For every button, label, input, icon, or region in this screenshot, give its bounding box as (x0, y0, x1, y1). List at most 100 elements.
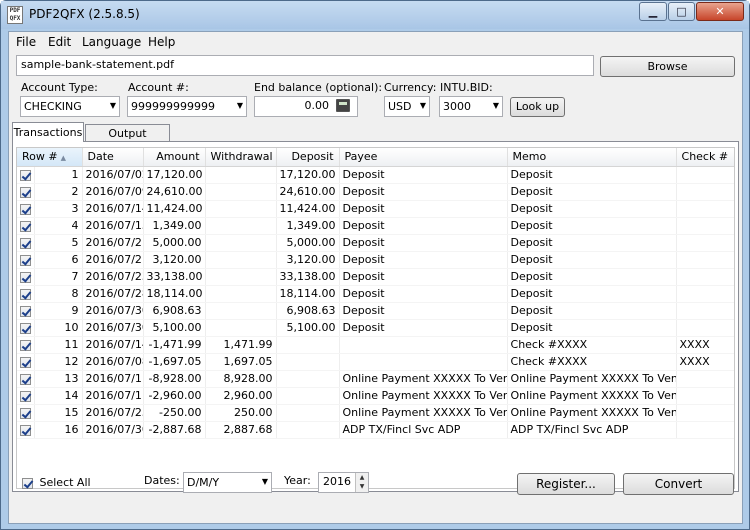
table-row[interactable]: 3 2016/07/14 11,424.00 11,424.00 Deposit Depo… (17, 200, 734, 218)
select-all-checkbox[interactable]: Select All (22, 476, 91, 489)
convert-button[interactable]: Convert (623, 473, 734, 495)
row-checkbox[interactable] (20, 373, 31, 385)
row-checkbox[interactable] (20, 407, 31, 419)
table-row[interactable]: 12 2016/07/08 -1,697.05 1,697.05 Check #XXXX… (17, 353, 734, 371)
table-row[interactable]: 5 2016/07/21 5,000.00 5,000.00 Deposit Deposi… (17, 234, 734, 252)
withdrawal-cell: 2,960.00 (205, 387, 277, 405)
check-number-cell (676, 217, 734, 235)
amount-cell: 5,000.00 (143, 234, 206, 252)
menu-language[interactable]: Language (82, 35, 141, 49)
select-all-check-icon[interactable] (22, 477, 33, 489)
table-row[interactable]: 10 2016/07/30 5,100.00 5,100.00 Deposit Depos… (17, 319, 734, 337)
row-checkbox-cell[interactable] (17, 200, 35, 218)
row-checkbox[interactable] (20, 305, 31, 317)
chevron-down-icon: ▼ (236, 101, 243, 110)
row-checkbox-cell[interactable] (17, 268, 35, 286)
column-header-row-number[interactable]: Row # ▲ (17, 148, 83, 167)
column-header-memo[interactable]: Memo (507, 148, 677, 167)
table-row[interactable]: 1 2016/07/02 17,120.00 17,120.00 Deposit Depo… (17, 166, 734, 184)
row-checkbox-cell[interactable] (17, 370, 35, 388)
row-checkbox[interactable] (20, 390, 31, 402)
menu-help[interactable]: Help (148, 35, 175, 49)
row-checkbox-cell[interactable] (17, 166, 35, 184)
memo-cell: Deposit (507, 319, 677, 337)
menu-edit[interactable]: Edit (48, 35, 71, 49)
column-header-withdrawal[interactable]: Withdrawal (205, 148, 277, 167)
row-checkbox-cell[interactable] (17, 421, 35, 439)
table-row[interactable]: 8 2016/07/28 18,114.00 18,114.00 Deposit Depo… (17, 285, 734, 303)
row-checkbox-cell[interactable] (17, 217, 35, 235)
row-checkbox[interactable] (20, 169, 31, 181)
column-header-deposit[interactable]: Deposit (276, 148, 340, 167)
row-checkbox-cell[interactable] (17, 336, 35, 354)
maximize-button[interactable]: □ (668, 2, 695, 21)
row-checkbox-cell[interactable] (17, 302, 35, 320)
row-checkbox-cell[interactable] (17, 251, 35, 269)
lookup-button[interactable]: Look up (510, 97, 565, 117)
payee-cell: Deposit (339, 166, 508, 184)
memo-cell: Check #XXXX (507, 336, 677, 354)
maximize-icon: □ (676, 5, 687, 18)
intu-bid-select[interactable]: 3000 ▼ (439, 96, 503, 117)
table-row[interactable]: 14 2016/07/11 -2,960.00 2,960.00 Online Paym… (17, 387, 734, 405)
transactions-table[interactable]: Row # ▲ Date Amount Withdrawal Deposit Pa… (16, 147, 735, 489)
register-button[interactable]: Register... (517, 473, 615, 495)
row-checkbox-cell[interactable] (17, 183, 35, 201)
amount-cell: 1,349.00 (143, 217, 206, 235)
row-number-cell: 7 (34, 268, 83, 286)
currency-select[interactable]: USD ▼ (384, 96, 430, 117)
payee-cell: Deposit (339, 319, 508, 337)
browse-button[interactable]: Browse (600, 56, 735, 77)
table-row[interactable]: 16 2016/07/30 -2,887.68 2,887.68 ADP TX/Finc… (17, 421, 734, 439)
row-checkbox[interactable] (20, 288, 31, 300)
deposit-cell (276, 387, 340, 405)
menu-file[interactable]: File (16, 35, 36, 49)
row-checkbox[interactable] (20, 254, 31, 266)
spinner-arrows-icon[interactable]: ▲ ▼ (355, 473, 368, 492)
column-header-amount[interactable]: Amount (143, 148, 206, 167)
row-checkbox[interactable] (20, 271, 31, 283)
row-checkbox-cell[interactable] (17, 387, 35, 405)
table-row[interactable]: 13 2016/07/11 -8,928.00 8,928.00 Online Paym… (17, 370, 734, 388)
row-checkbox[interactable] (20, 356, 31, 368)
account-type-select[interactable]: CHECKING ▼ (20, 96, 120, 117)
column-header-check-number[interactable]: Check # (676, 148, 734, 167)
memo-cell: Deposit (507, 268, 677, 286)
column-header-date[interactable]: Date (82, 148, 144, 167)
row-checkbox[interactable] (20, 186, 31, 198)
row-checkbox[interactable] (20, 203, 31, 215)
date-cell: 2016/07/14 (82, 336, 144, 354)
deposit-cell: 6,908.63 (276, 302, 340, 320)
date-format-select[interactable]: D/M/Y ▼ (183, 472, 272, 493)
date-cell: 2016/07/02 (82, 166, 144, 184)
column-header-payee[interactable]: Payee (339, 148, 508, 167)
table-row[interactable]: 15 2016/07/25 -250.00 250.00 Online Payment … (17, 404, 734, 422)
table-row[interactable]: 4 2016/07/15 1,349.00 1,349.00 Deposit Deposi… (17, 217, 734, 235)
table-row[interactable]: 2 2016/07/09 24,610.00 24,610.00 Deposit Depo… (17, 183, 734, 201)
payee-cell: Online Payment XXXXX To Vendor (339, 404, 508, 422)
year-spinner[interactable]: 2016 ▲ ▼ (318, 472, 369, 493)
minimize-button[interactable]: ▁ (639, 2, 667, 21)
row-checkbox-cell[interactable] (17, 234, 35, 252)
calculator-icon[interactable] (336, 99, 350, 112)
table-row[interactable]: 9 2016/07/30 6,908.63 6,908.63 Deposit Deposi… (17, 302, 734, 320)
row-checkbox-cell[interactable] (17, 353, 35, 371)
row-checkbox-cell[interactable] (17, 285, 35, 303)
tab-output-settings[interactable]: Output Settings (85, 124, 170, 153)
close-button[interactable]: ✕ (696, 2, 744, 21)
table-row[interactable]: 6 2016/07/21 3,120.00 3,120.00 Deposit Deposi… (17, 251, 734, 269)
title-bar[interactable]: PDF QFX PDF2QFX (2.5.8.5) ▁ □ ✕ (1, 1, 749, 29)
table-row[interactable]: 11 2016/07/14 -1,471.99 1,471.99 Check #XXXX… (17, 336, 734, 354)
tab-transactions[interactable]: Transactions (12, 122, 84, 142)
row-checkbox[interactable] (20, 424, 31, 436)
row-checkbox[interactable] (20, 220, 31, 232)
row-checkbox-cell[interactable] (17, 404, 35, 422)
withdrawal-cell (205, 217, 277, 235)
row-checkbox[interactable] (20, 322, 31, 334)
table-row[interactable]: 7 2016/07/23 33,138.00 33,138.00 Deposit Depo… (17, 268, 734, 286)
row-checkbox-cell[interactable] (17, 319, 35, 337)
row-checkbox[interactable] (20, 237, 31, 249)
account-number-select[interactable]: 999999999999 ▼ (127, 96, 247, 117)
file-path-field[interactable]: sample-bank-statement.pdf (16, 55, 594, 76)
row-checkbox[interactable] (20, 339, 31, 351)
